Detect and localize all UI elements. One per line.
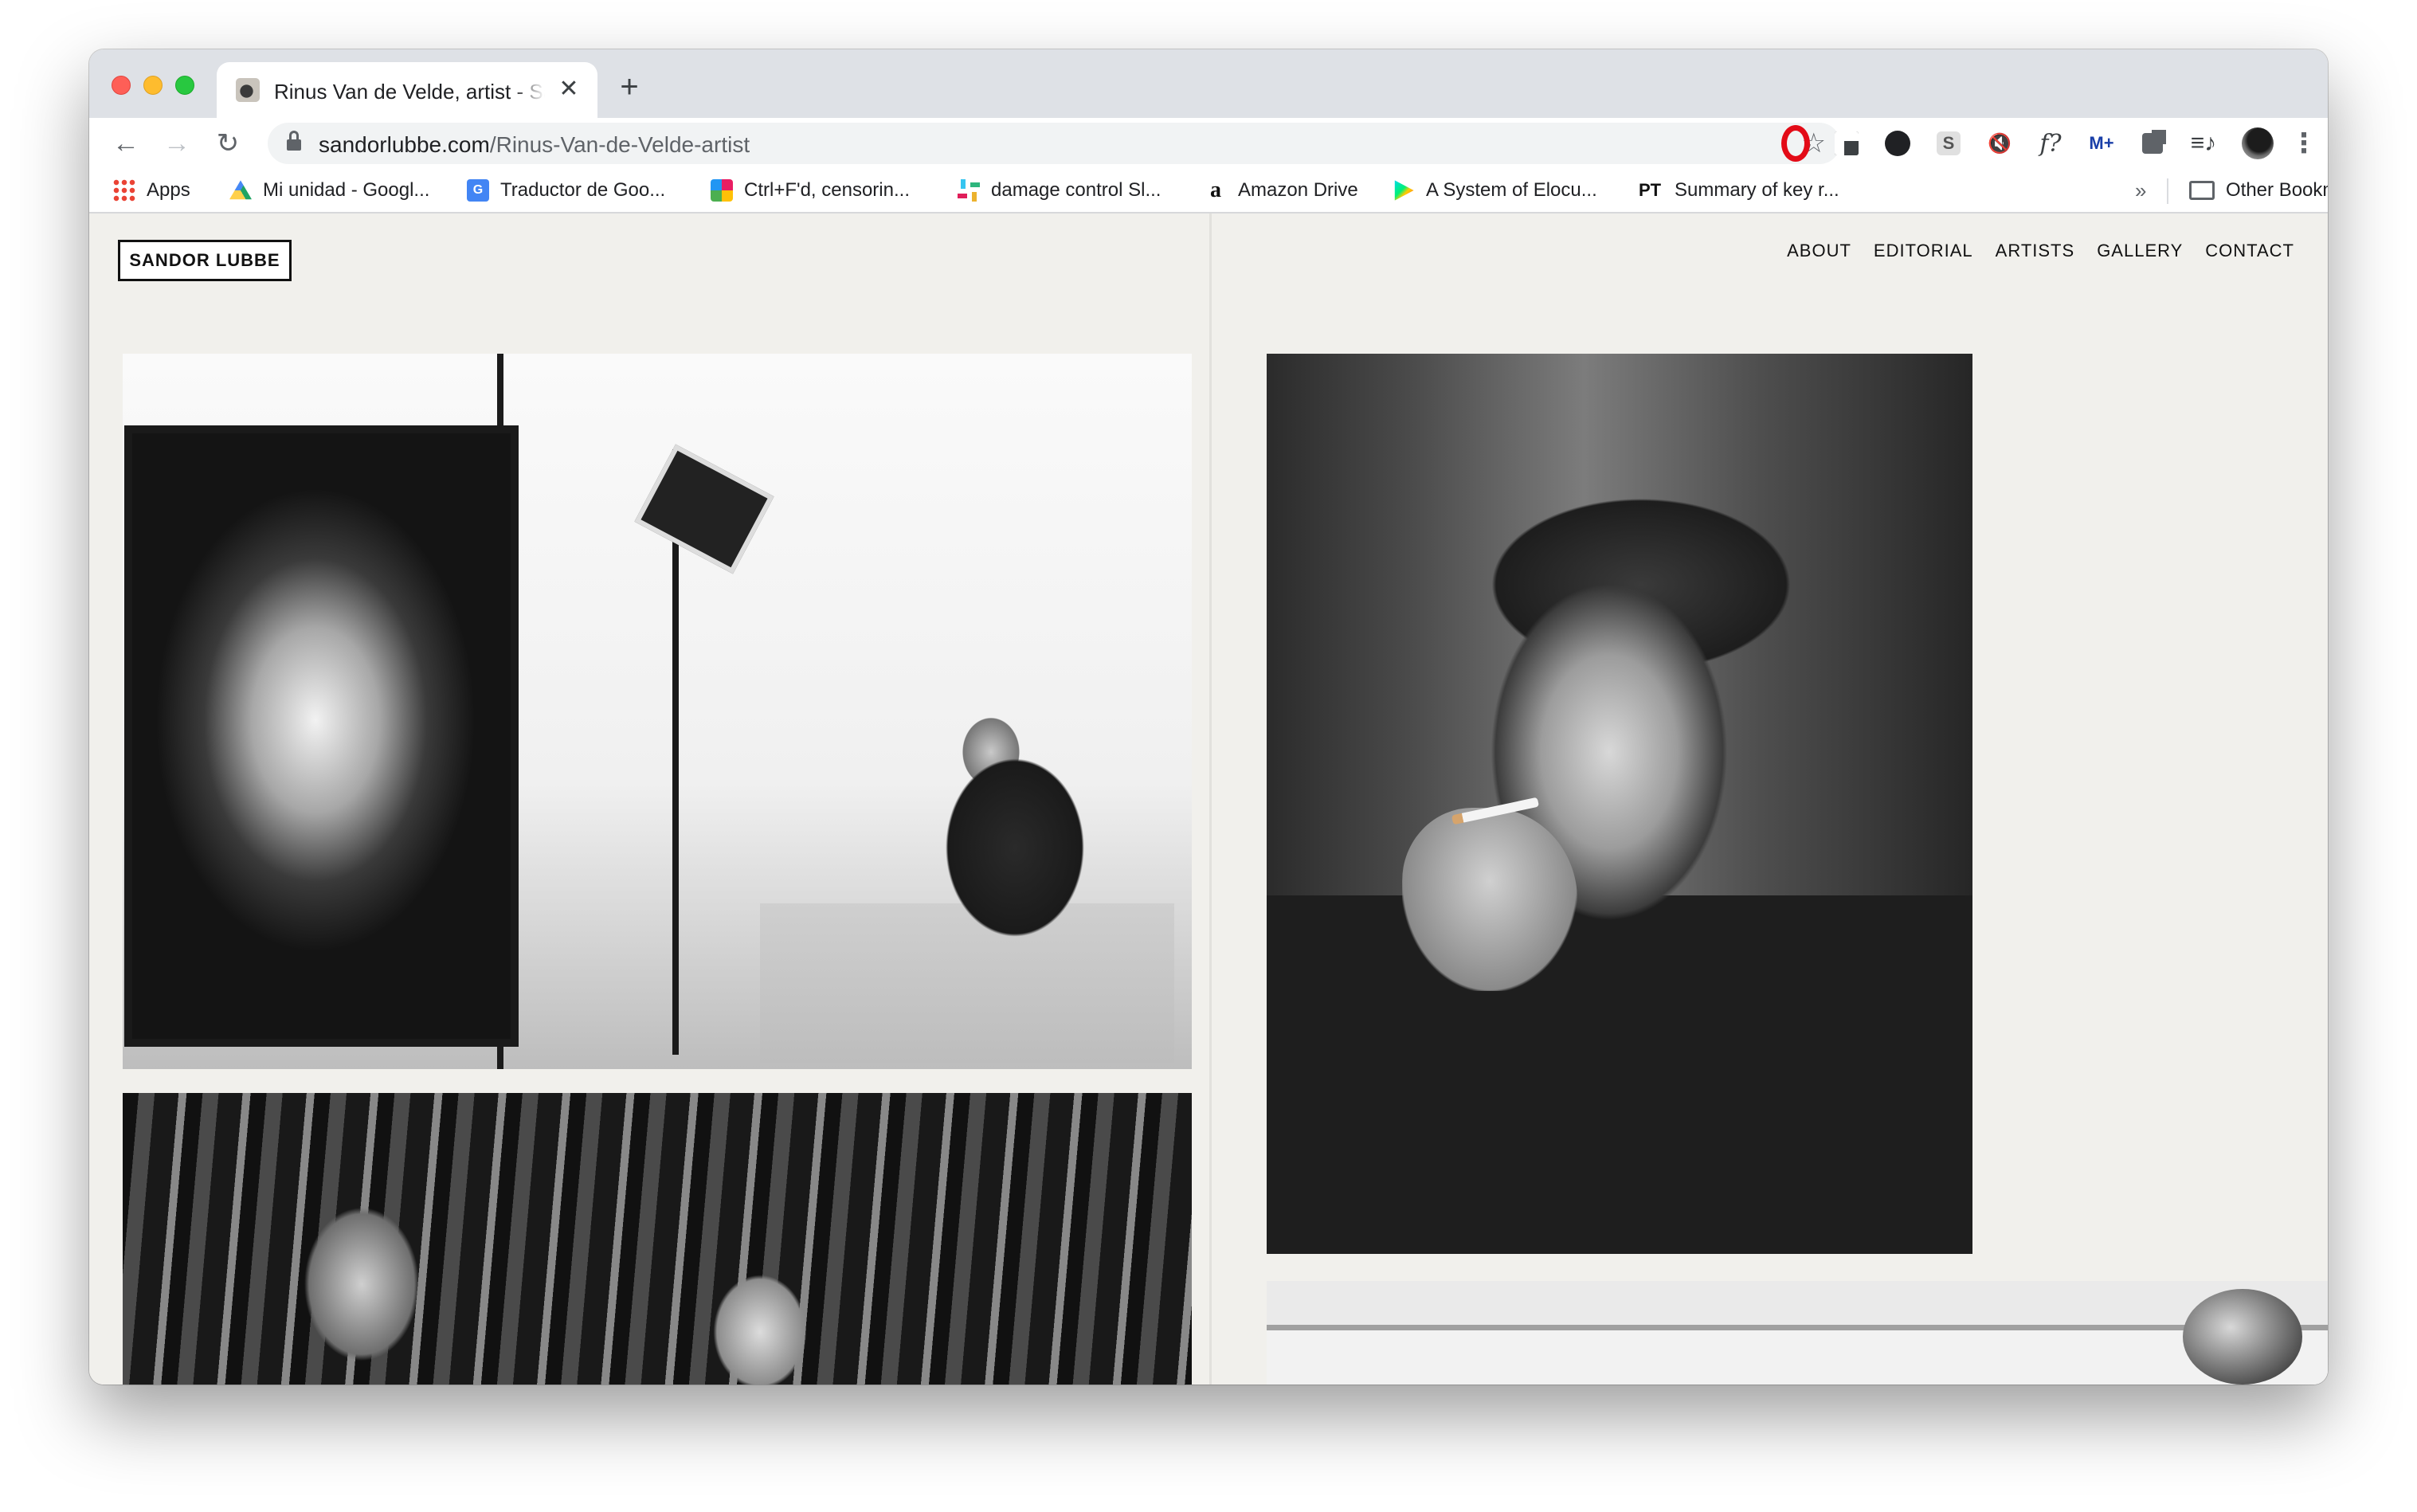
- bookmark-ctrlf[interactable]: Ctrl+F'd, censorin...: [711, 177, 910, 204]
- minimize-window-button[interactable]: [143, 76, 163, 95]
- apps-grid-icon: [113, 179, 135, 202]
- profile-avatar[interactable]: [2242, 127, 2274, 159]
- maximize-window-button[interactable]: [175, 76, 194, 95]
- column-divider: [1209, 213, 1212, 1385]
- browser-window: Rinus Van de Velde, artist - Sandor Lubb…: [89, 49, 2328, 1385]
- qr-extension-icon[interactable]: [1832, 129, 1861, 158]
- nav-artists[interactable]: ARTISTS: [1996, 241, 2075, 261]
- reload-button[interactable]: ↻: [210, 126, 245, 161]
- google-translate-icon: G: [467, 179, 489, 202]
- extensions-puzzle-icon[interactable]: [2138, 129, 2167, 158]
- google-drive-icon: [229, 180, 252, 200]
- bookmark-google-translate[interactable]: G Traductor de Goo...: [467, 177, 665, 204]
- bookmark-label: damage control Sl...: [991, 179, 1161, 201]
- bookmark-label: Traductor de Goo...: [500, 179, 666, 201]
- bookmark-apps[interactable]: Apps: [113, 177, 190, 204]
- site-logo[interactable]: SANDOR LUBBE: [118, 240, 292, 281]
- bookmark-label: Other Bookmarks: [2226, 179, 2328, 201]
- tab-strip: Rinus Van de Velde, artist - Sandor Lubb…: [89, 49, 2328, 118]
- slack-icon: [958, 179, 980, 202]
- gallery-photo-artist-smoking[interactable]: [1267, 354, 1972, 1254]
- studio-lamp-head: [634, 444, 774, 574]
- tab-title: Rinus Van de Velde, artist - Sandor Lubb…: [274, 80, 545, 104]
- bookmarks-separator: [2167, 178, 2168, 204]
- url-host: sandorlubbe.com: [319, 132, 490, 157]
- lock-icon[interactable]: [287, 131, 301, 151]
- compass-extension-icon[interactable]: [1883, 129, 1912, 158]
- url-path: /Rinus-Van-de-Velde-artist: [489, 132, 750, 157]
- nav-contact[interactable]: CONTACT: [2205, 241, 2294, 261]
- bookmark-google-drive[interactable]: Mi unidad - Googl...: [229, 177, 429, 204]
- folder-icon: [2189, 181, 2215, 200]
- more-bookmarks-chevron-icon[interactable]: »: [2135, 178, 2146, 203]
- tab-active[interactable]: Rinus Van de Velde, artist - Sandor Lubb…: [217, 62, 597, 118]
- favicon-icon: [236, 78, 260, 102]
- bookmark-label: Ctrl+F'd, censorin...: [744, 179, 910, 201]
- bookmark-label: Summary of key r...: [1675, 179, 1839, 201]
- ctrlf-icon: [711, 179, 733, 202]
- bookmark-label: Amazon Drive: [1238, 179, 1358, 201]
- bookmark-slack[interactable]: damage control Sl...: [958, 177, 1161, 204]
- gallery-photo-artist-with-charcoal-drawing[interactable]: [123, 1093, 1192, 1385]
- address-bar[interactable]: sandorlubbe.com/Rinus-Van-de-Velde-artis…: [268, 123, 1840, 164]
- nav-about[interactable]: ABOUT: [1787, 241, 1851, 261]
- amazon-icon: a: [1210, 178, 1221, 202]
- web-page: SANDOR LUBBE ABOUT EDITORIAL ARTISTS GAL…: [89, 213, 2328, 1385]
- bookmark-system-of-elocution[interactable]: A System of Elocu...: [1393, 177, 1597, 204]
- movistar-extension-icon[interactable]: M+: [2087, 129, 2116, 158]
- mute-tab-extension-icon[interactable]: 🔇: [1985, 129, 2014, 158]
- browser-menu-icon[interactable]: ⋮: [2290, 126, 2318, 161]
- back-button[interactable]: ←: [108, 126, 143, 161]
- font-finder-extension-icon[interactable]: f?: [2036, 129, 2065, 158]
- gallery-photo-studio-portrait-painting[interactable]: [123, 354, 1192, 1069]
- nav-gallery[interactable]: GALLERY: [2097, 241, 2183, 261]
- media-control-icon[interactable]: ≡♪: [2189, 129, 2218, 158]
- gallery-photo-studio-shelf[interactable]: [1267, 1281, 2328, 1385]
- new-tab-button[interactable]: +: [613, 71, 645, 104]
- other-bookmarks-folder[interactable]: Other Bookmarks: [2189, 177, 2328, 204]
- bookmark-label: A System of Elocu...: [1426, 179, 1597, 201]
- bookmark-summary[interactable]: PT Summary of key r...: [1636, 177, 1839, 204]
- google-play-icon: [1394, 180, 1414, 201]
- bookmark-label: Mi unidad - Googl...: [263, 179, 430, 201]
- url-text[interactable]: sandorlubbe.com/Rinus-Van-de-Velde-artis…: [319, 132, 750, 158]
- close-tab-icon[interactable]: ✕: [556, 76, 582, 102]
- forward-button[interactable]: →: [159, 126, 194, 161]
- pt-icon: PT: [1638, 180, 1662, 200]
- nav-editorial[interactable]: EDITORIAL: [1874, 241, 1973, 261]
- site-navigation: ABOUT EDITORIAL ARTISTS GALLERY CONTACT: [1787, 241, 2294, 261]
- close-window-button[interactable]: [112, 76, 131, 95]
- s-extension-icon[interactable]: [1934, 129, 1963, 158]
- bookmark-label: Apps: [147, 179, 190, 201]
- bookmark-amazon-drive[interactable]: a Amazon Drive: [1205, 177, 1358, 204]
- bookmarks-bar: Apps Mi unidad - Googl... G Traductor de…: [89, 169, 2328, 213]
- opera-extension-icon[interactable]: [1781, 129, 1810, 158]
- browser-toolbar: ← → ↻ sandorlubbe.com/Rinus-Van-de-Velde…: [89, 118, 2328, 169]
